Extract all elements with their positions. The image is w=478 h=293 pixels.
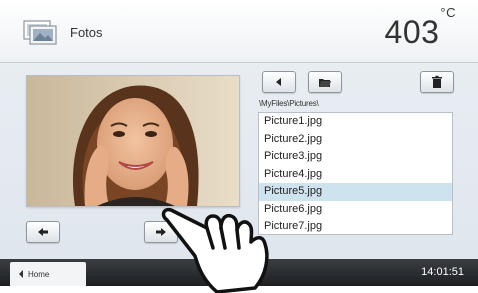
file-item[interactable]: Picture3.jpg: [259, 148, 452, 166]
header-bar: Fotos 403°C: [0, 0, 478, 63]
photo-preview: [26, 75, 240, 207]
arrow-right-icon: [156, 228, 166, 236]
temperature-readout: 403°C: [384, 5, 456, 51]
temperature-unit: °C: [440, 5, 456, 21]
current-path: \MyFiles\Pictures\: [259, 99, 319, 108]
footer-bar: Home 14:01:51: [0, 259, 478, 286]
clock: 14:01:51: [421, 266, 464, 278]
delete-button[interactable]: [420, 71, 454, 93]
temperature-value: 403: [384, 14, 440, 50]
file-item[interactable]: Picture6.jpg: [259, 201, 452, 219]
back-button[interactable]: [262, 71, 296, 93]
portrait-photo: [27, 76, 239, 206]
trash-icon: [432, 75, 442, 88]
open-folder-button[interactable]: [308, 71, 342, 93]
next-image-button[interactable]: [144, 221, 178, 243]
home-label: Home: [28, 269, 50, 279]
file-list[interactable]: Picture1.jpg Picture2.jpg Picture3.jpg P…: [258, 112, 453, 235]
chevron-left-icon: [19, 270, 23, 278]
file-item-selected[interactable]: Picture5.jpg: [259, 183, 452, 201]
arrow-left-icon: [276, 78, 281, 86]
home-button[interactable]: Home: [10, 262, 86, 286]
previous-image-button[interactable]: [26, 221, 60, 243]
photos-icon: [23, 20, 57, 45]
file-item[interactable]: Picture7.jpg: [259, 218, 452, 234]
file-item[interactable]: Picture1.jpg: [259, 113, 452, 131]
page-title: Fotos: [70, 25, 103, 40]
arrow-left-icon: [38, 228, 48, 236]
file-item[interactable]: Picture2.jpg: [259, 131, 452, 149]
folder-icon: [319, 79, 331, 87]
file-item[interactable]: Picture4.jpg: [259, 166, 452, 184]
